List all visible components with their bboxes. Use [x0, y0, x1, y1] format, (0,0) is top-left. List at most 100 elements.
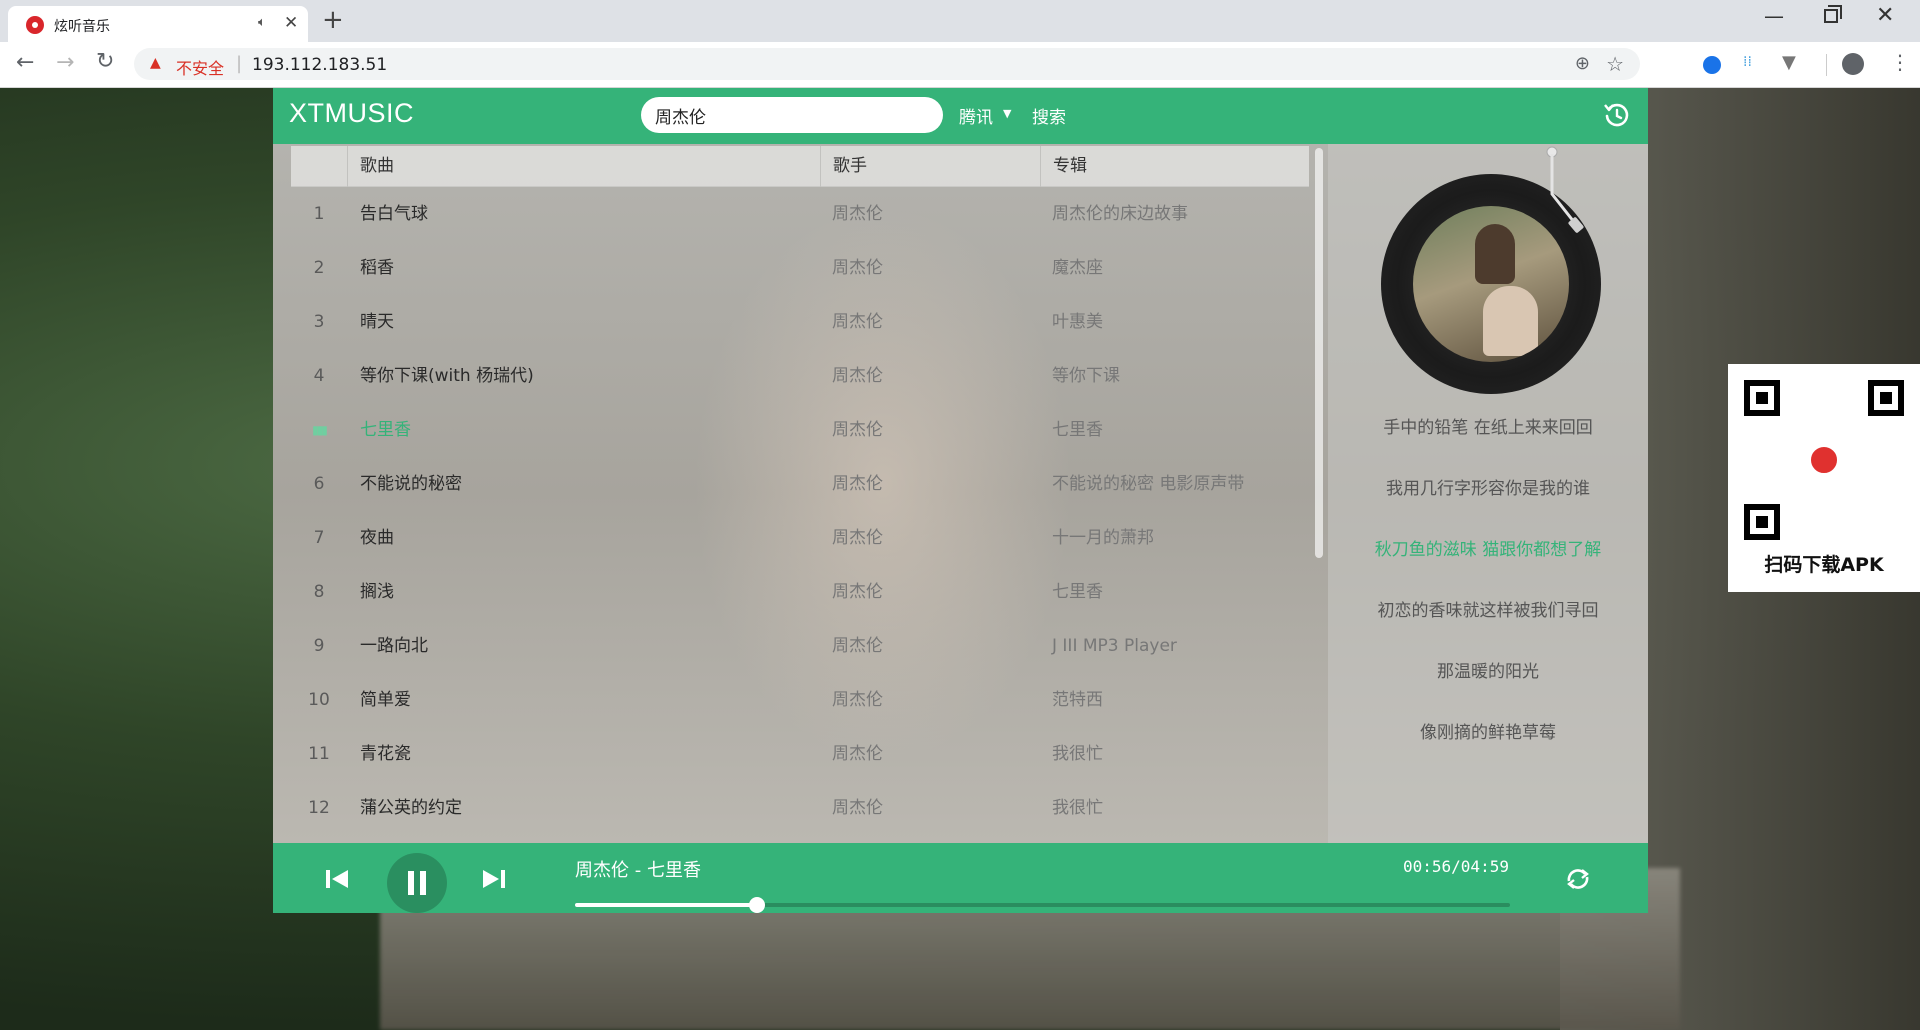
table-row[interactable]: 3 晴天 周杰伦 叶惠美	[291, 295, 1309, 349]
table-row[interactable]: 11 青花瓷 周杰伦 我很忙	[291, 727, 1309, 781]
url-text[interactable]: 193.112.183.51	[252, 55, 387, 75]
lyric-line: 那温暖的阳光	[1437, 662, 1539, 682]
song-album[interactable]: J III MP3 Player	[1052, 619, 1177, 673]
pause-button[interactable]	[387, 853, 447, 913]
qr-finder	[1744, 504, 1780, 540]
address-bar[interactable]: ▲ 不安全 | 193.112.183.51 ⊕ ☆	[134, 48, 1640, 80]
song-album[interactable]: 魔杰座	[1052, 241, 1103, 295]
song-title[interactable]: 不能说的秘密	[360, 457, 462, 511]
song-album[interactable]: 我很忙	[1052, 781, 1103, 835]
now-playing-panel: 手中的铅笔 在纸上来来回回 我用几行字形容你是我的谁 秋刀鱼的滋味 猫跟你都想了解初…	[1328, 144, 1648, 843]
minimize-window-button[interactable]: —	[1764, 4, 1784, 28]
song-album[interactable]: 不能说的秘密 电影原声带	[1052, 457, 1244, 511]
song-artist[interactable]: 周杰伦	[832, 781, 883, 835]
song-rows: 1 告白气球 周杰伦 周杰伦的床边故事 2 稻香 周杰伦 魔杰座 3 晴天 周杰伦 叶惠美 4 等你下课(…	[291, 187, 1309, 835]
forward-arrow-icon[interactable]: →	[56, 50, 74, 75]
music-player-app: XTMUSIC 腾讯 ▼ 搜索 歌曲 歌手 专辑 1告白气球周杰伦周杰伦的床边故…	[273, 88, 1648, 913]
previous-track-icon[interactable]	[324, 867, 350, 891]
browser-tab[interactable]: 炫听音乐 🔈︎ ✕	[8, 6, 308, 42]
song-title[interactable]: 青花瓷	[360, 727, 411, 781]
song-album[interactable]: 等你下课	[1052, 349, 1120, 403]
song-artist[interactable]: 周杰伦	[832, 565, 883, 619]
close-window-button[interactable]: ✕	[1876, 3, 1894, 28]
song-artist[interactable]: 周杰伦	[832, 619, 883, 673]
song-artist[interactable]: 周杰伦	[832, 187, 883, 241]
browser-menu-icon[interactable]: ⋮	[1890, 50, 1910, 74]
tab-title: 炫听音乐	[54, 19, 110, 35]
qr-label: 扫码下载APK	[1764, 554, 1884, 576]
song-album[interactable]: 我很忙	[1052, 727, 1103, 781]
song-table-header: 歌曲 歌手 专辑	[291, 146, 1309, 187]
song-title[interactable]: 夜曲	[360, 511, 394, 565]
song-artist[interactable]: 周杰伦	[832, 673, 883, 727]
bookmark-star-icon[interactable]: ☆	[1606, 52, 1624, 76]
song-title[interactable]: 告白气球	[360, 187, 428, 241]
progress-bar[interactable]	[575, 897, 1510, 913]
extension-icon[interactable]: ▼	[1782, 52, 1796, 73]
song-artist[interactable]: 周杰伦	[832, 241, 883, 295]
table-row[interactable]: 8 搁浅 周杰伦 七里香	[291, 565, 1309, 619]
song-album[interactable]: 叶惠美	[1052, 295, 1103, 349]
extension-icon[interactable]: ⁞⁞	[1743, 54, 1752, 70]
song-artist[interactable]: 周杰伦	[832, 457, 883, 511]
search-input[interactable]	[641, 97, 943, 133]
song-artist[interactable]: 周杰伦	[832, 511, 883, 565]
song-album[interactable]: 十一月的萧邦	[1052, 511, 1154, 565]
song-album[interactable]: 周杰伦的床边故事	[1052, 187, 1188, 241]
song-title[interactable]: 简单爱	[360, 673, 411, 727]
song-index: 6	[313, 474, 325, 494]
lyric-line: 手中的铅笔 在纸上来来回回	[1383, 418, 1593, 438]
table-row[interactable]: 12 蒲公英的约定 周杰伦 我很忙	[291, 781, 1309, 835]
table-row[interactable]: 10 简单爱 周杰伦 范特西	[291, 673, 1309, 727]
new-tab-button[interactable]: +	[322, 6, 344, 34]
table-row[interactable]: 6 不能说的秘密 周杰伦 不能说的秘密 电影原声带	[291, 457, 1309, 511]
song-album[interactable]: 范特西	[1052, 673, 1103, 727]
table-row[interactable]: 2 稻香 周杰伦 魔杰座	[291, 241, 1309, 295]
security-label[interactable]: 不安全	[176, 55, 224, 79]
next-track-icon[interactable]	[481, 867, 507, 891]
song-artist[interactable]: 周杰伦	[832, 403, 883, 457]
song-title[interactable]: 搁浅	[360, 565, 394, 619]
song-title[interactable]: 晴天	[360, 295, 394, 349]
loop-icon[interactable]	[1563, 865, 1593, 893]
song-artist[interactable]: 周杰伦	[832, 727, 883, 781]
song-title[interactable]: 一路向北	[360, 619, 428, 673]
song-title[interactable]: 等你下课(with 杨瑞代)	[360, 349, 534, 403]
search-button[interactable]: 搜索	[1032, 103, 1066, 128]
chevron-down-icon[interactable]: ▼	[1003, 107, 1011, 120]
progress-handle[interactable]	[749, 897, 766, 913]
song-index: 1	[313, 204, 325, 224]
reload-icon[interactable]: ↻	[96, 49, 114, 74]
music-source-select[interactable]: 腾讯	[959, 103, 993, 128]
song-index: 9	[313, 636, 325, 656]
table-row[interactable]: 4 等你下课(with 杨瑞代) 周杰伦 等你下课	[291, 349, 1309, 403]
song-index: 3	[313, 312, 325, 332]
song-album[interactable]: 七里香	[1052, 403, 1103, 457]
warning-icon[interactable]: ▲	[150, 55, 161, 71]
playback-time: 00:56/04:59	[1403, 857, 1509, 876]
song-album[interactable]: 七里香	[1052, 565, 1103, 619]
profile-avatar-icon[interactable]	[1842, 53, 1864, 75]
song-title[interactable]: 蒲公英的约定	[360, 781, 462, 835]
app-logo: XTMUSIC	[289, 98, 414, 128]
song-artist[interactable]: 周杰伦	[832, 295, 883, 349]
lyric-line: 我用几行字形容你是我的谁	[1386, 479, 1590, 499]
tab-close-button[interactable]: ✕	[284, 13, 298, 33]
url-separator: |	[236, 53, 243, 74]
song-title[interactable]: 稻香	[360, 241, 394, 295]
song-artist[interactable]: 周杰伦	[832, 349, 883, 403]
speaker-icon[interactable]: 🔈︎	[258, 15, 266, 30]
table-row[interactable]: ▮▮▮ 七里香 周杰伦 七里香	[291, 403, 1309, 457]
back-arrow-icon[interactable]: ←	[16, 50, 34, 75]
table-row[interactable]: 9 一路向北 周杰伦 J III MP3 Player	[291, 619, 1309, 673]
app-header: XTMUSIC 腾讯 ▼ 搜索	[273, 88, 1648, 144]
restore-window-button[interactable]	[1824, 5, 1842, 23]
table-row[interactable]: 7 夜曲 周杰伦 十一月的萧邦	[291, 511, 1309, 565]
song-title[interactable]: 七里香	[360, 403, 411, 457]
zoom-icon[interactable]: ⊕	[1575, 53, 1590, 74]
table-row[interactable]: 1 告白气球 周杰伦 周杰伦的床边故事	[291, 187, 1309, 241]
extension-icon[interactable]	[1703, 56, 1721, 74]
list-scrollbar[interactable]	[1315, 148, 1323, 558]
history-icon[interactable]	[1600, 98, 1634, 132]
lyric-line: 初恋的香味就这样被我们寻回	[1377, 601, 1599, 621]
